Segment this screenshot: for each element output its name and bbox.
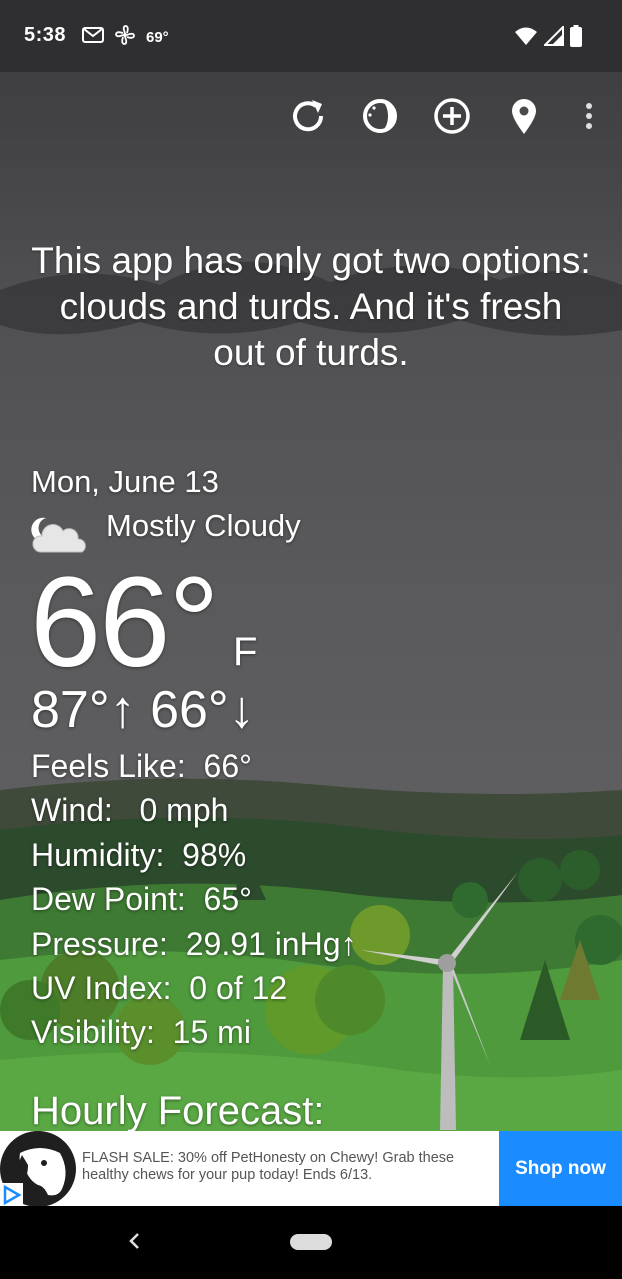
- status-icons-right: [514, 24, 582, 52]
- detail-label: Pressure:: [31, 926, 168, 962]
- add-location-button[interactable]: [428, 92, 476, 140]
- theme-icon: [363, 99, 397, 133]
- signal-icon: [542, 24, 564, 51]
- detail-uv-index: UV Index: 0 of 12: [31, 970, 287, 1007]
- weather-condition: Mostly Cloudy: [106, 508, 301, 543]
- theme-button[interactable]: [356, 92, 404, 140]
- detail-value: 0 mph: [130, 792, 229, 828]
- shop-now-button[interactable]: Shop now: [499, 1131, 622, 1206]
- more-options-button[interactable]: [565, 92, 613, 140]
- location-button[interactable]: [500, 92, 548, 140]
- detail-label: Visibility:: [31, 1014, 155, 1050]
- refresh-icon: [293, 100, 324, 132]
- snarky-forecast-text: This app has only got two options: cloud…: [31, 240, 591, 373]
- detail-value: 65°: [203, 881, 252, 917]
- refresh-button[interactable]: [284, 92, 332, 140]
- status-time: 5:38: [24, 24, 67, 46]
- toolbar: [0, 92, 622, 142]
- weather-screen: 5:38 69° This app has only got two optio…: [0, 0, 622, 1279]
- forecast-date: Mon, June 13: [31, 464, 219, 499]
- detail-dew-point: Dew Point: 65°: [31, 881, 252, 918]
- ad-text: FLASH SALE: 30% off PetHonesty on Chewy!…: [82, 1150, 455, 1183]
- hourly-forecast-heading: Hourly Forecast:: [31, 1089, 325, 1133]
- detail-label: Dew Point:: [31, 881, 186, 917]
- ad-banner[interactable]: FLASH SALE: 30% off PetHonesty on Chewy!…: [0, 1131, 622, 1206]
- detail-wind: Wind: 0 mph: [31, 792, 228, 829]
- detail-label: Wind:: [31, 792, 113, 828]
- status-icons-left: 69°: [82, 24, 169, 50]
- high-low-temperature: 87°↑ 66°↓: [31, 681, 255, 739]
- detail-label: UV Index:: [31, 970, 172, 1006]
- temperature-unit: F: [233, 630, 258, 674]
- back-icon[interactable]: [120, 1226, 150, 1256]
- detail-value: 15 mi: [172, 1014, 251, 1050]
- detail-humidity: Humidity: 98%: [31, 837, 246, 874]
- adchoices-icon[interactable]: [0, 1183, 23, 1206]
- detail-label: Feels Like:: [31, 748, 186, 784]
- location-pin-icon: [512, 99, 536, 134]
- more-options-icon: [586, 103, 592, 129]
- detail-value: 0 of 12: [189, 970, 288, 1006]
- detail-feels-like: Feels Like: 66°: [31, 748, 252, 785]
- home-gesture-pill[interactable]: [290, 1234, 332, 1250]
- current-temperature: 66°: [30, 551, 220, 694]
- battery-icon: [570, 25, 582, 52]
- status-temperature: 69°: [146, 28, 169, 46]
- detail-pressure: Pressure: 29.91 inHg↑: [31, 926, 357, 963]
- detail-value: 98%: [182, 837, 247, 873]
- status-bar: 5:38 69°: [0, 0, 622, 72]
- wifi-icon: [514, 26, 538, 51]
- detail-visibility: Visibility: 15 mi: [31, 1014, 251, 1051]
- detail-value: 29.91 inHg↑: [185, 926, 357, 962]
- fan-icon: [114, 24, 136, 50]
- add-location-icon: [434, 98, 470, 134]
- detail-label: Humidity:: [31, 837, 165, 873]
- gmail-icon: [82, 26, 104, 48]
- detail-value: 66°: [203, 748, 252, 784]
